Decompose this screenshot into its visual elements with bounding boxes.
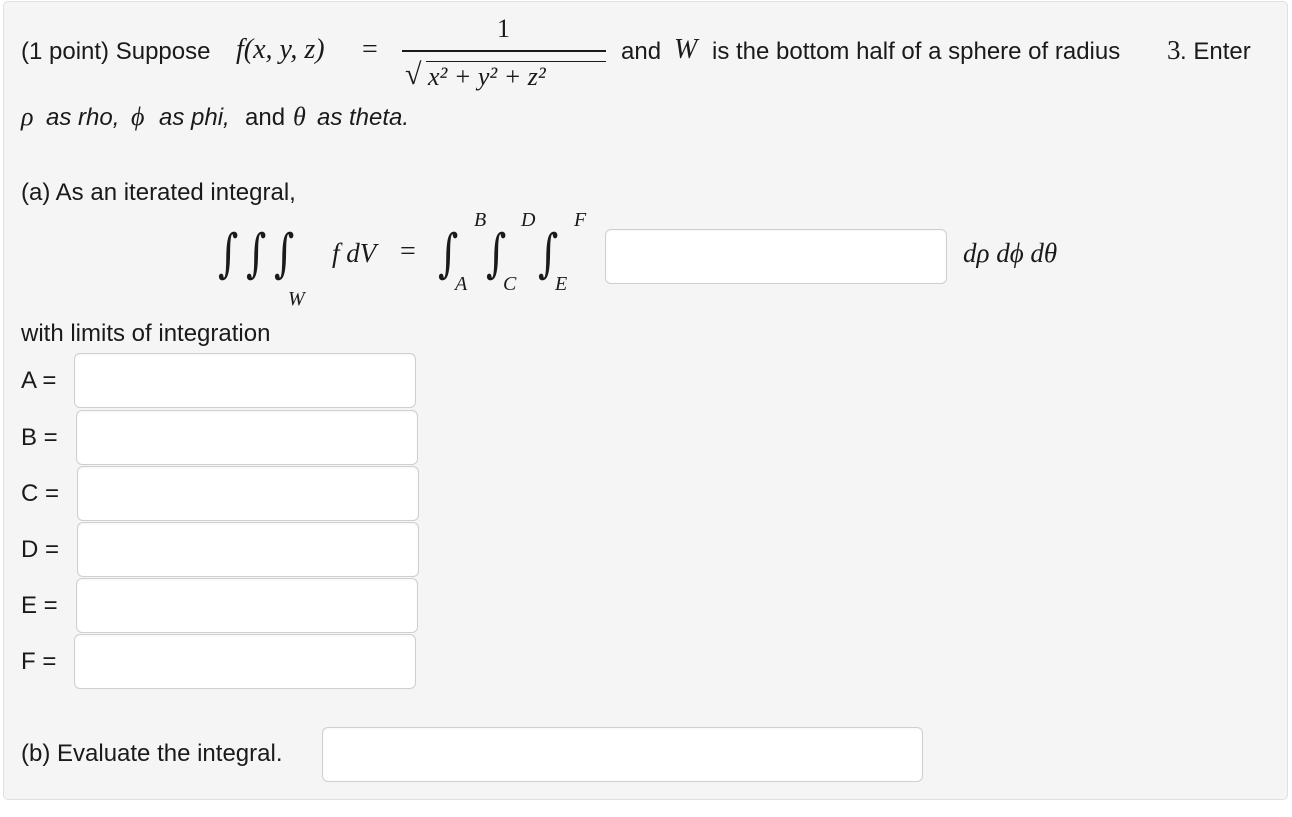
phi-symbol: ϕ bbox=[131, 102, 145, 131]
limit-f-label: F bbox=[574, 209, 587, 231]
hint-and: and bbox=[245, 104, 286, 131]
equals-sign: = bbox=[362, 34, 378, 65]
theta-text: as theta. bbox=[317, 104, 410, 131]
evaluate-integral-input[interactable] bbox=[322, 727, 923, 782]
integral-region: W bbox=[288, 288, 305, 310]
differentials: dρ dϕ dθ bbox=[963, 238, 1058, 268]
part-a-label: (a) As an iterated integral, bbox=[21, 179, 296, 206]
limit-b-field-label: B = bbox=[21, 424, 58, 451]
limit-c-label: C bbox=[503, 273, 517, 295]
region-w: W bbox=[674, 34, 698, 65]
limit-a-label: A bbox=[455, 273, 468, 295]
limit-c-field-label: C = bbox=[21, 480, 60, 507]
integral-sign-2: ∫ bbox=[246, 224, 267, 284]
limit-d-field-label: D = bbox=[21, 536, 60, 563]
radius-value: 3 bbox=[1167, 35, 1181, 65]
part-b-label: (b) Evaluate the integral. bbox=[21, 740, 283, 767]
rho-symbol: ρ bbox=[21, 102, 34, 131]
limit-f-input[interactable] bbox=[74, 634, 416, 689]
limit-b-label: B bbox=[474, 209, 487, 231]
theta-symbol: θ bbox=[293, 102, 306, 131]
limit-c-input[interactable] bbox=[77, 466, 419, 521]
intro-end: . Enter bbox=[1180, 38, 1251, 65]
limit-b-input[interactable] bbox=[76, 410, 418, 465]
limit-a-input[interactable] bbox=[74, 353, 416, 408]
limit-f-field-label: F = bbox=[21, 648, 57, 675]
sqrt-symbol: √ bbox=[405, 58, 422, 91]
integrand-input[interactable] bbox=[605, 229, 947, 284]
limit-d-input[interactable] bbox=[77, 522, 419, 577]
rho-text: as rho, bbox=[46, 104, 120, 131]
intro-middle: is the bottom half of a sphere of radius bbox=[712, 38, 1121, 65]
limit-a-field-label: A = bbox=[21, 367, 57, 394]
limits-label: with limits of integration bbox=[21, 320, 271, 347]
integrand-fdv: f dV bbox=[332, 238, 377, 268]
fraction-numerator: 1 bbox=[497, 14, 510, 43]
integral-sign-1: ∫ bbox=[218, 224, 239, 284]
limit-e-label: E bbox=[555, 273, 568, 295]
limit-e-field-label: E = bbox=[21, 592, 58, 619]
function-expression: f(x, y, z) bbox=[236, 34, 325, 65]
intro-prefix: (1 point) Suppose bbox=[21, 38, 211, 65]
limit-e-input[interactable] bbox=[76, 578, 418, 633]
intro-and: and bbox=[621, 38, 662, 65]
fraction-denominator: x² + y² + z² bbox=[428, 62, 546, 91]
iterated-equals: = bbox=[400, 236, 416, 267]
phi-text: as phi, bbox=[159, 104, 230, 131]
limit-d-label: D bbox=[521, 209, 536, 231]
fraction-bar bbox=[402, 50, 606, 52]
integral-sign-3: ∫ bbox=[274, 224, 295, 284]
